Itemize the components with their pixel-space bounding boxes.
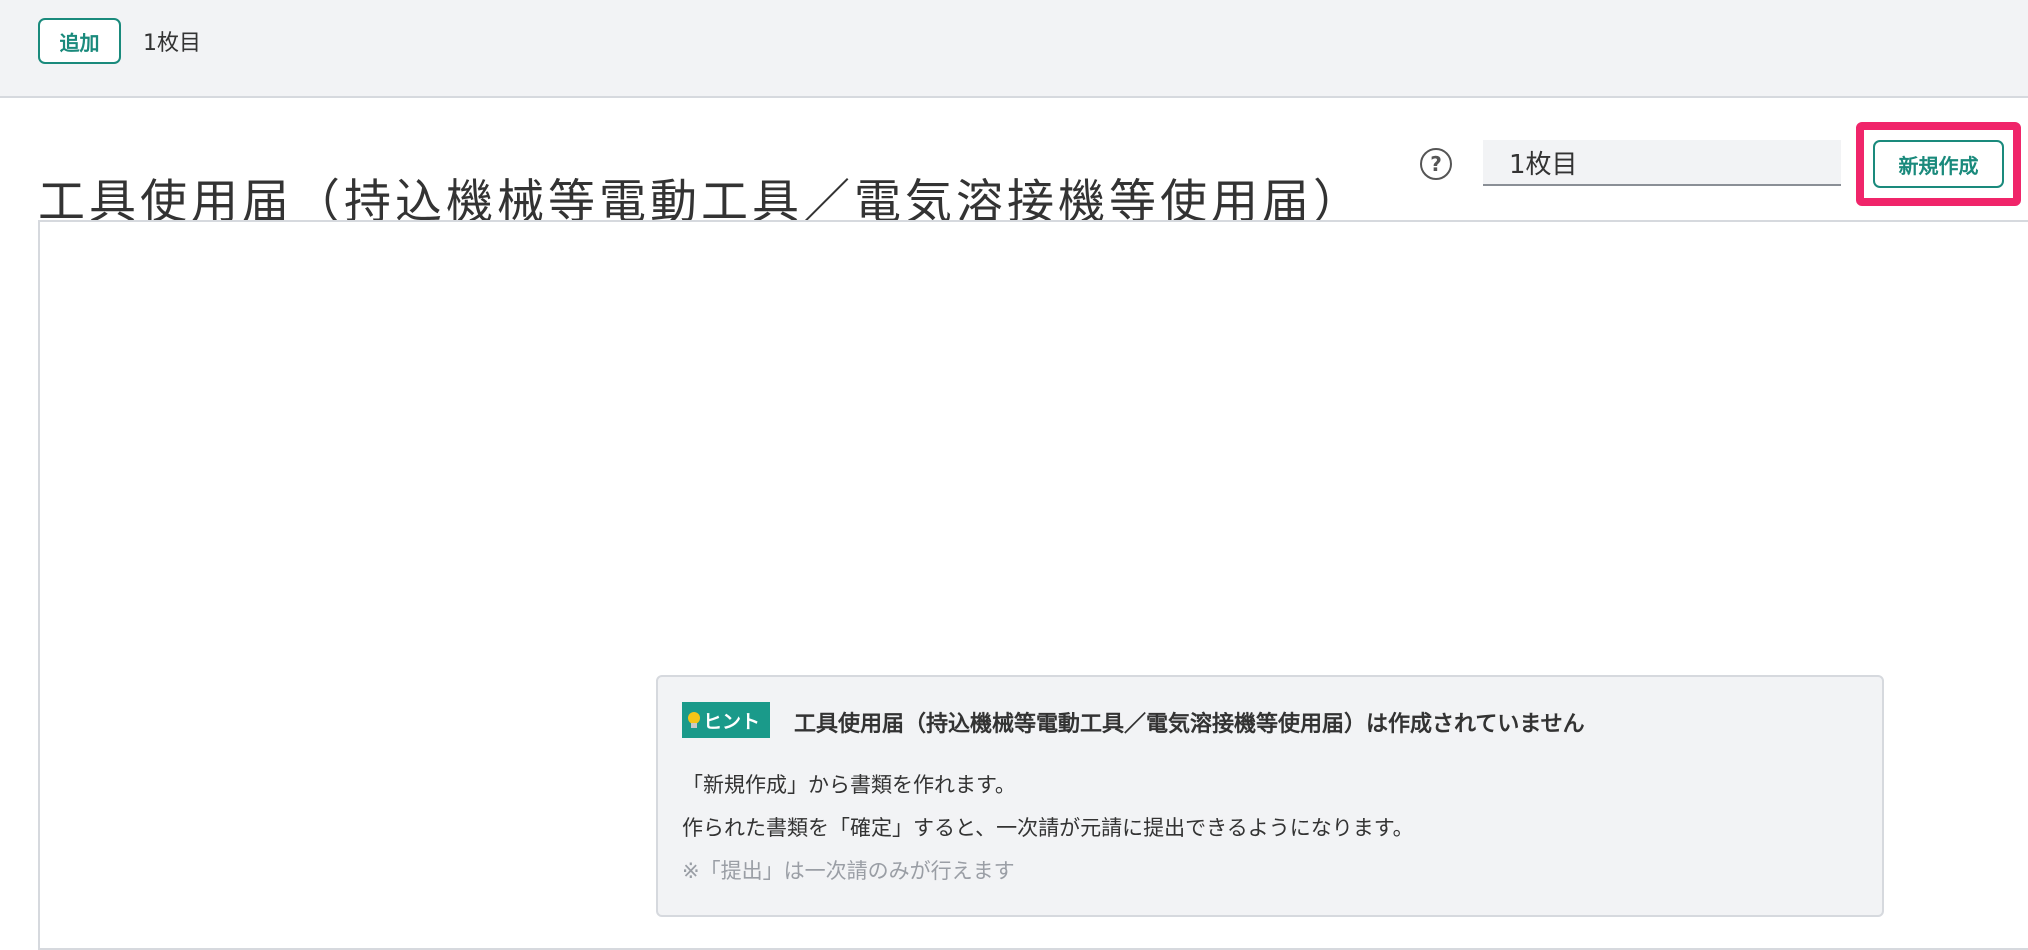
hint-panel: ヒント 工具使用届（持込機械等電動工具／電気溶接機等使用届）は作成されていません… [656, 675, 1884, 917]
top-toolbar: 追加 1枚目 [0, 0, 2028, 98]
hint-badge-label: ヒント [703, 710, 761, 733]
question-circle-icon[interactable]: ? [1420, 148, 1452, 180]
hint-line-1: 「新規作成」から書類を作れます。 [682, 773, 1016, 797]
lightbulb-icon [688, 712, 700, 728]
sheet-select-value: 1枚目 [1509, 149, 1578, 180]
new-create-button[interactable]: 新規作成 [1873, 140, 2004, 188]
add-button[interactable]: 追加 [38, 18, 121, 64]
hint-badge: ヒント [682, 702, 771, 738]
hint-line-2: 作られた書類を「確定」すると、一次請が元請に提出できるようになります。 [682, 816, 1414, 840]
current-sheet-label: 1枚目 [143, 31, 201, 56]
sheet-select[interactable]: 1枚目 [1483, 140, 1841, 186]
hint-note: ※「提出」は一次請のみが行えます [682, 859, 1015, 883]
hint-title: 工具使用届（持込機械等電動工具／電気溶接機等使用届）は作成されていません [794, 712, 1585, 737]
